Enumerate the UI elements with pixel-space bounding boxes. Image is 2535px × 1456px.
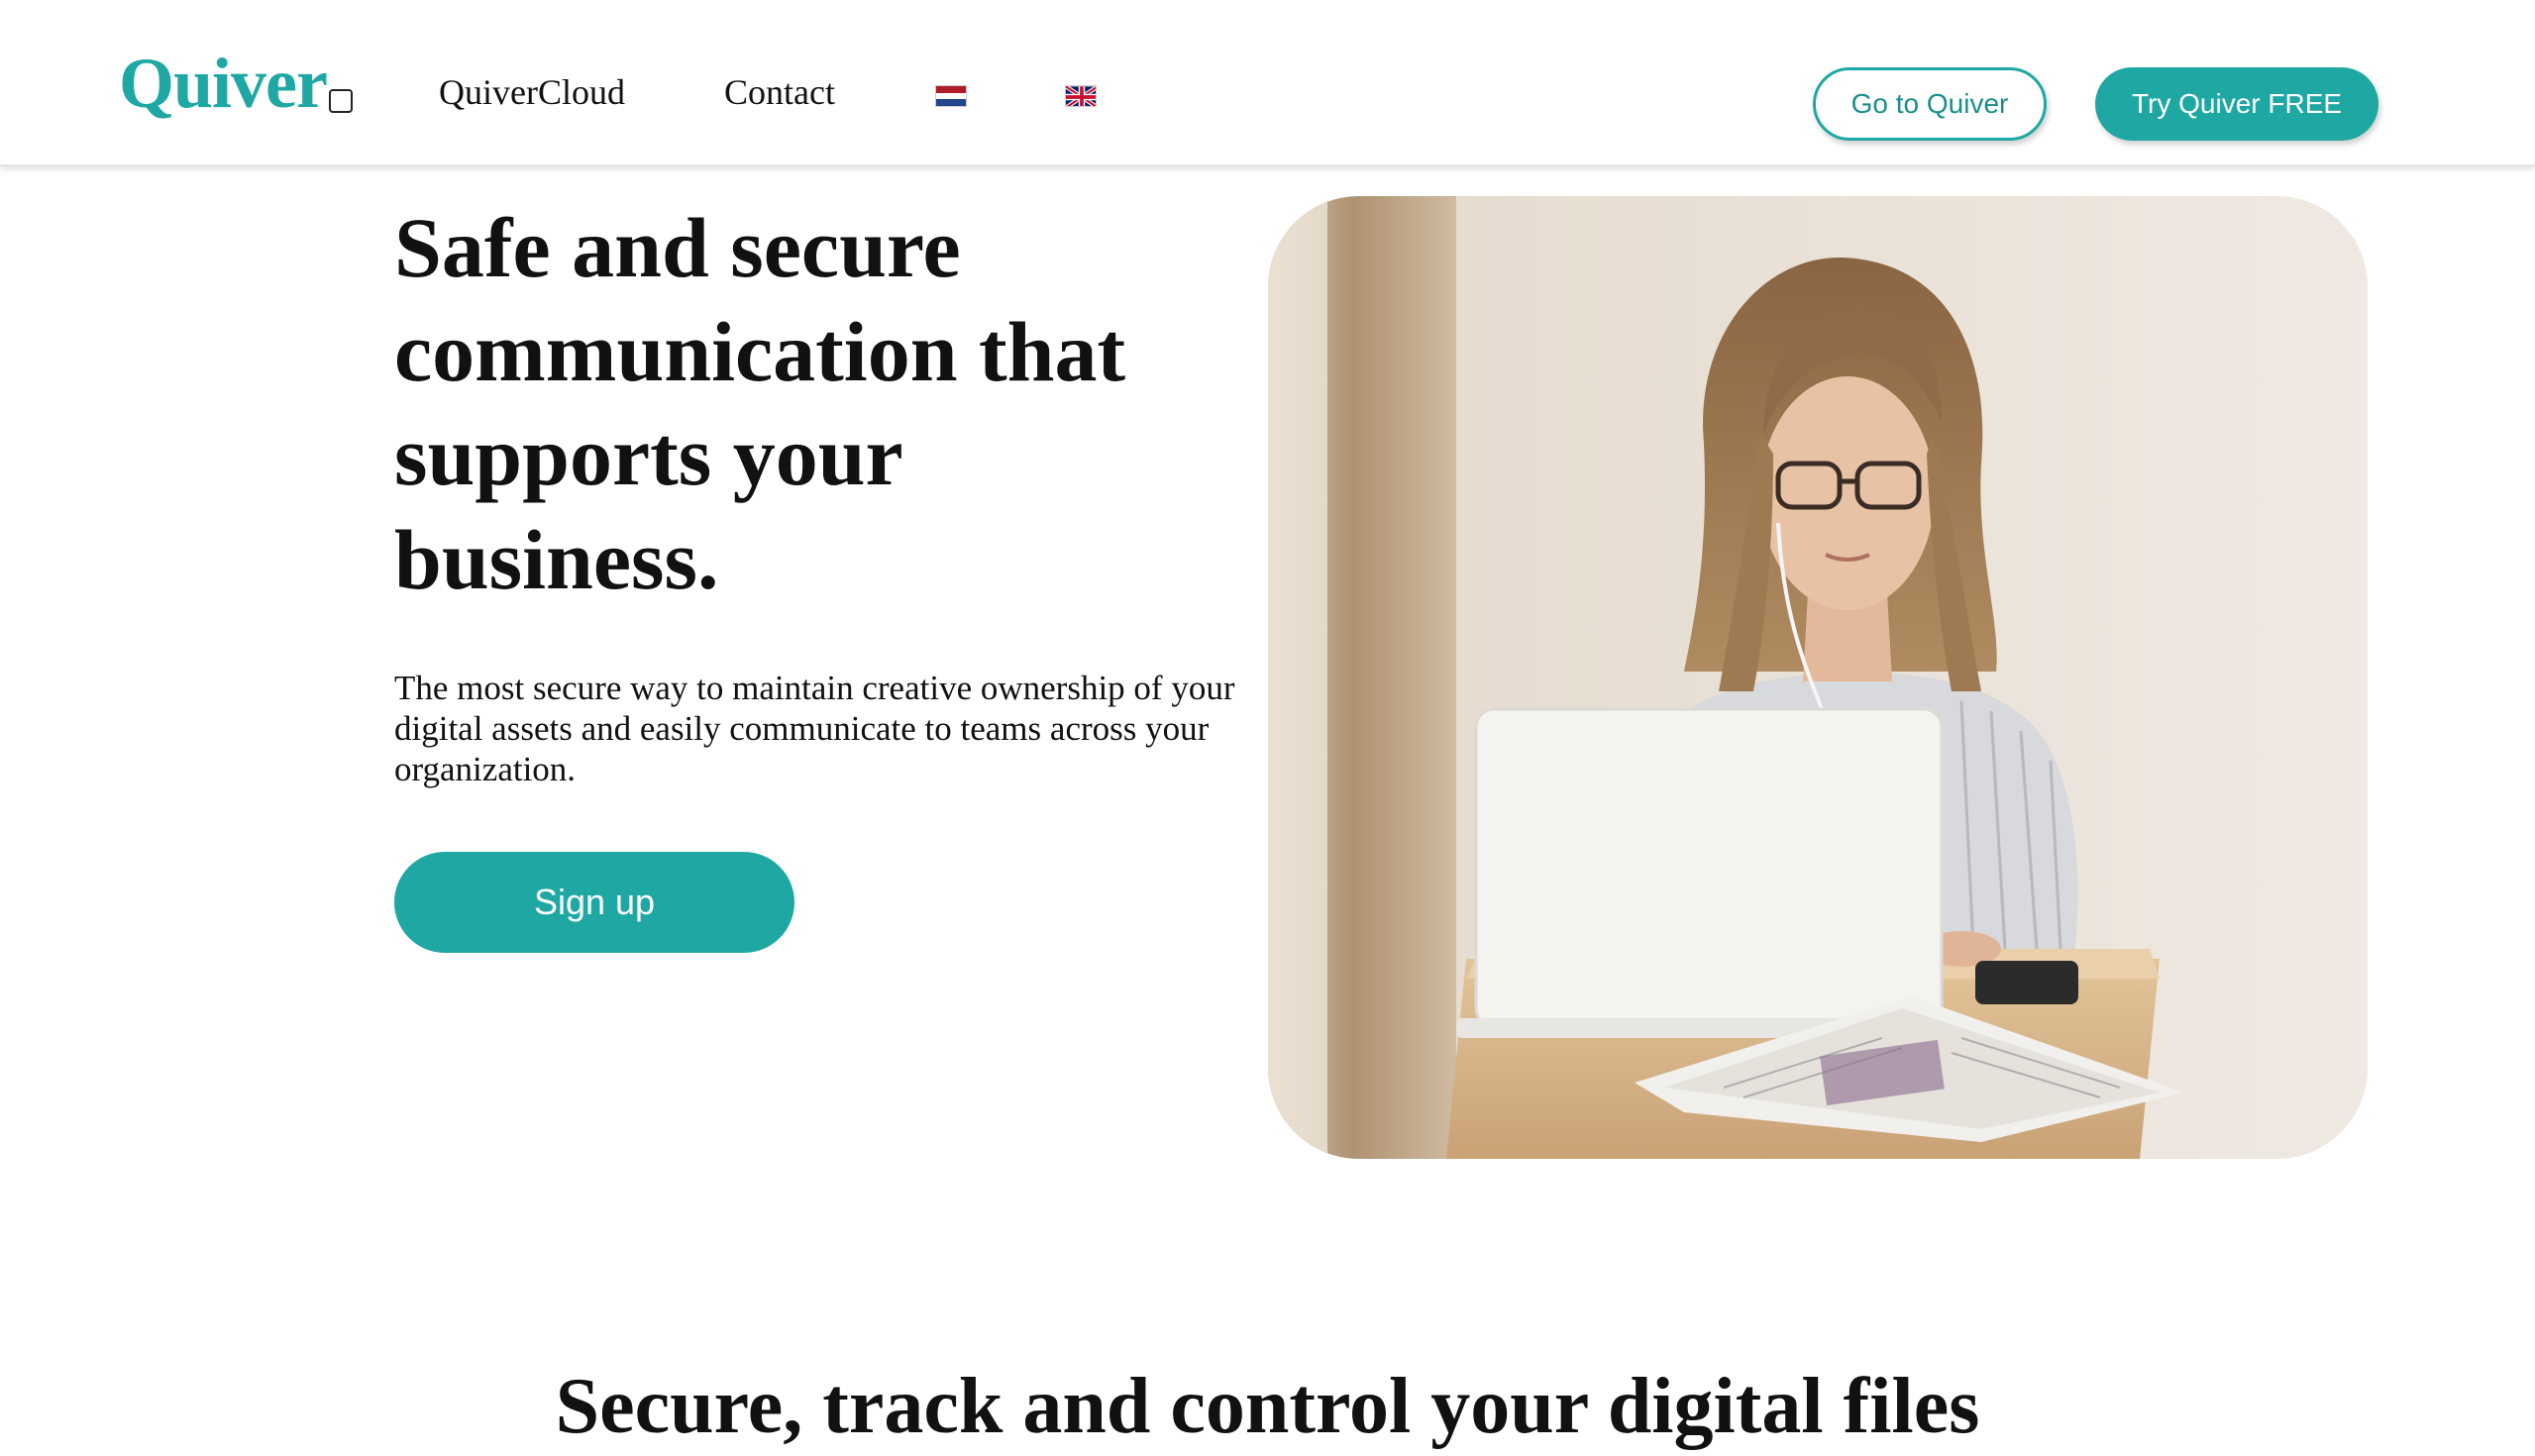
uk-flag-icon[interactable] [1065,85,1097,107]
dutch-flag-icon[interactable] [935,85,967,107]
try-quiver-free-button[interactable]: Try Quiver FREE [2095,67,2378,141]
section-title: Secure, track and control your digital f… [555,1363,1980,1450]
hero-description: The most secure way to maintain creative… [394,669,1235,788]
site-header: Quiver QuiverCloud Contact Go to Quiver … [0,0,2535,166]
logo-text: Quiver [119,44,328,123]
hero-photo-illustration [1268,196,2368,1159]
nav-link-contact[interactable]: Contact [724,71,835,113]
go-to-quiver-button[interactable]: Go to Quiver [1813,67,2047,141]
quiver-logo[interactable]: Quiver [119,48,353,119]
logo-checkbox-icon [328,89,353,113]
nav-link-quivercloud[interactable]: QuiverCloud [439,71,625,113]
sign-up-button[interactable]: Sign up [394,852,794,953]
woman-working-on-laptop-photo [1268,196,2368,1159]
hero-title: Safe and secure communication that suppo… [394,200,1126,607]
